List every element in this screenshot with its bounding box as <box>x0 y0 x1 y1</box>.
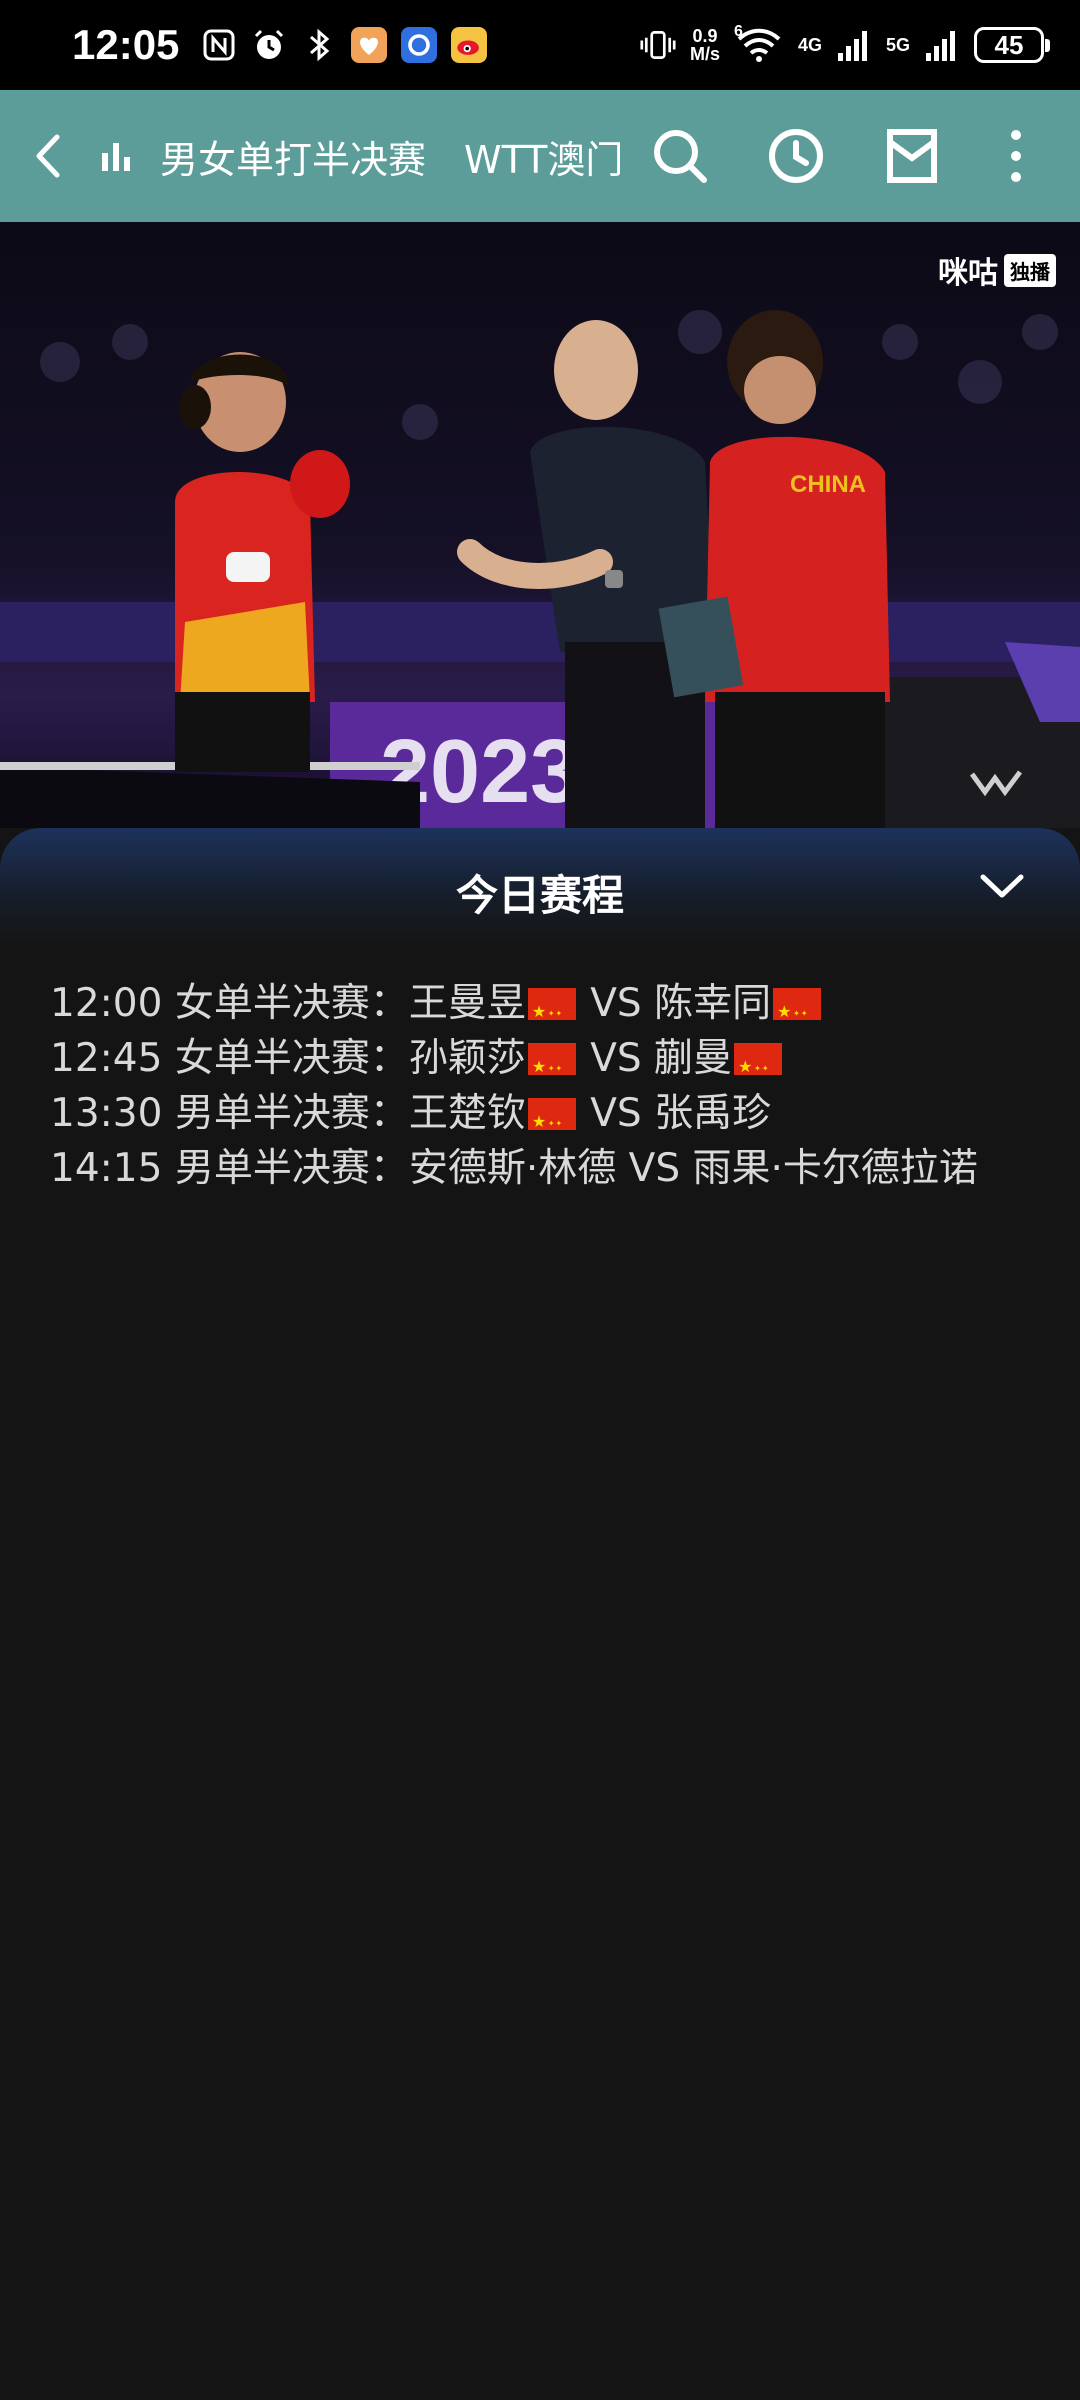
vs-label: VS <box>590 981 642 1026</box>
signal-icon <box>836 27 872 63</box>
alarm-icon <box>251 27 287 63</box>
network-speed: 0.9 M/s <box>690 27 720 63</box>
sim1-label: 4G <box>797 34 822 55</box>
migu-watermark: 咪咕 独播 <box>938 248 1056 292</box>
watermark-badge: 独播 <box>1004 253 1056 287</box>
collapse-button[interactable] <box>974 858 1030 914</box>
player-2: 张禹珍 <box>654 1091 772 1136</box>
video-player[interactable]: 2023 CHINA 咪咕 独播 <box>0 222 1080 828</box>
bluetooth-icon <box>301 27 337 63</box>
video-frame-image: 2023 CHINA <box>0 310 1080 828</box>
back-arrow-icon <box>36 134 60 178</box>
china-flag-icon <box>527 1039 576 1096</box>
schedule-item: 13:30 男单半决赛：王楚钦 VS 张禹珍 <box>50 1086 1040 1151</box>
svg-text:CHINA: CHINA <box>790 471 866 498</box>
page-title: 男女单打半决赛 WTT澳门冠军赛 <box>160 137 620 182</box>
wifi-badge: 6 <box>733 23 743 40</box>
schedule-item: 14:15 男单半决赛：安德斯·林德 VS 雨果·卡尔德拉诺 <box>50 1141 1040 1196</box>
status-left: 12:05 <box>72 21 488 69</box>
blue-app-icon <box>401 27 438 63</box>
bar-chart-icon <box>96 90 136 222</box>
match-time: 12:00 <box>50 981 163 1026</box>
match-time: 12:45 <box>50 1036 163 1081</box>
search-button[interactable] <box>640 90 720 222</box>
schedule-sheet: 今日赛程 12:00 女单半决赛：王曼昱 VS 陈幸同 12:45 女单半决赛：… <box>0 828 1080 2400</box>
vs-label: VS <box>590 1091 642 1136</box>
vibrate-icon <box>640 27 676 63</box>
sim2-label: 5G <box>885 34 910 55</box>
match-event: 女单半决赛： <box>174 1036 409 1081</box>
nfc-icon <box>201 27 237 63</box>
player-1: 孙颖莎 <box>408 1036 526 1081</box>
match-time: 13:30 <box>50 1091 163 1136</box>
vs-label: VS <box>590 1036 642 1081</box>
history-button[interactable] <box>756 90 836 222</box>
app-header: 男女单打半决赛 WTT澳门冠军赛 <box>0 90 1080 222</box>
player-2: 雨果·卡尔德拉诺 <box>692 1146 978 1191</box>
status-right: 0.9 M/s 6 4G 5G 45 <box>640 23 1050 63</box>
back-button[interactable] <box>20 90 76 222</box>
battery-indicator: 45 <box>974 27 1050 63</box>
status-time: 12:05 <box>72 21 180 68</box>
match-event: 男单半决赛： <box>174 1091 409 1136</box>
wifi-icon: 6 <box>734 23 784 63</box>
network-speed-value: 0.9 <box>692 26 718 46</box>
schedule-item: 12:00 女单半决赛：王曼昱 VS 陈幸同 <box>50 976 1040 1041</box>
watermark-text: 咪咕 <box>938 257 998 290</box>
player-2: 陈幸同 <box>654 981 772 1026</box>
match-time: 14:15 <box>50 1146 163 1191</box>
inbox-button[interactable] <box>872 90 952 222</box>
status-bar: 12:05 0.9 M/s 6 4G 5G 45 <box>0 0 1080 90</box>
search-icon <box>654 130 707 183</box>
signal-icon-2 <box>924 27 960 63</box>
china-flag-icon <box>773 984 822 1041</box>
player-1: 安德斯·林德 <box>408 1146 617 1191</box>
inbox-icon <box>887 129 937 183</box>
more-vert-icon <box>1011 130 1021 182</box>
schedule-item: 12:45 女单半决赛：孙颖莎 VS 蒯曼 <box>50 1031 1040 1096</box>
china-flag-icon <box>527 984 576 1041</box>
match-event: 男单半决赛： <box>174 1146 409 1191</box>
heart-app-icon <box>351 27 388 63</box>
player-1: 王曼昱 <box>408 981 526 1026</box>
schedule-title: 今日赛程 <box>455 871 624 920</box>
vs-label: VS <box>628 1146 681 1191</box>
schedule-list: 12:00 女单半决赛：王曼昱 VS 陈幸同 12:45 女单半决赛：孙颖莎 V… <box>50 976 1040 1196</box>
weibo-icon <box>451 27 488 63</box>
match-event: 女单半决赛： <box>174 981 409 1026</box>
chevron-down-icon <box>980 874 1024 898</box>
player-2: 蒯曼 <box>654 1036 733 1081</box>
more-button[interactable] <box>988 90 1044 222</box>
player-1: 王楚钦 <box>408 1091 526 1136</box>
china-flag-icon <box>734 1039 783 1096</box>
title-marquee: 男女单打半决赛 WTT澳门冠军赛 <box>160 90 620 222</box>
history-clock-icon <box>769 129 823 183</box>
network-speed-unit: M/s <box>689 44 720 64</box>
china-flag-icon <box>527 1094 576 1151</box>
